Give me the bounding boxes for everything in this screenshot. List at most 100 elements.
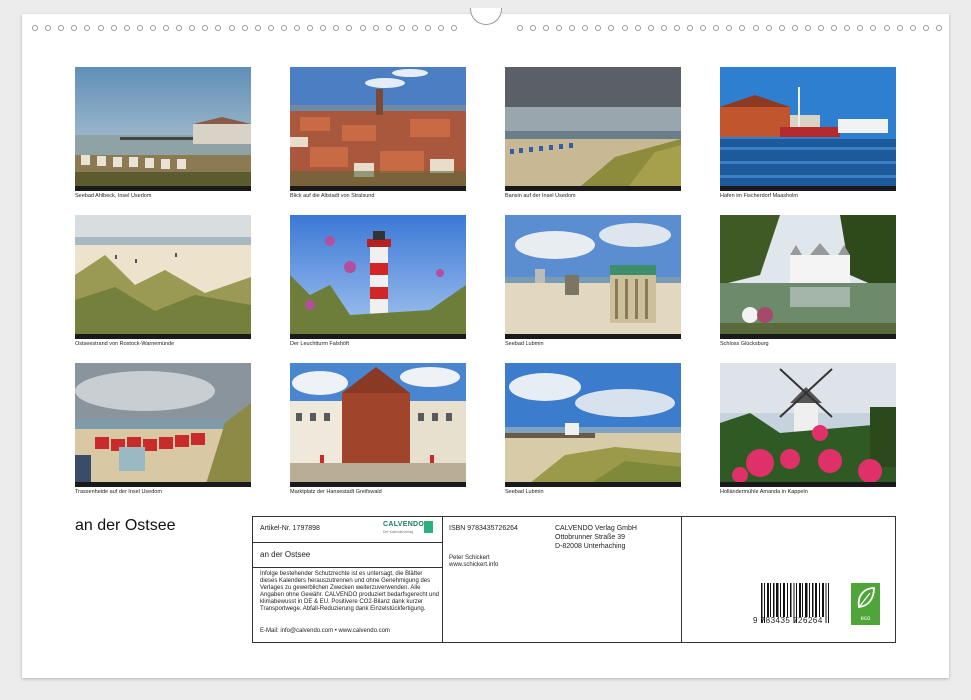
binding-hole: [438, 25, 445, 31]
binding-hole: [922, 25, 929, 31]
author-name: Peter Schickert: [449, 555, 490, 561]
binding-hole: [71, 25, 78, 31]
binding-hole: [608, 25, 615, 31]
binding-hole: [726, 25, 733, 31]
eco-badge: eco: [851, 583, 880, 625]
binding-hole: [372, 25, 379, 31]
binding-hole: [398, 25, 405, 31]
binding-hole: [621, 25, 628, 31]
binding-hole: [700, 25, 707, 31]
binding-hole: [280, 25, 287, 31]
binding-hole: [935, 25, 942, 31]
binding-hole: [149, 25, 156, 31]
binding-hole: [97, 25, 104, 31]
binding-hole: [202, 25, 209, 31]
photo-caption: Seebad Ahlbeck, Insel Usedom: [75, 193, 152, 199]
binding-hole: [267, 25, 274, 31]
photo-caption: Der Leuchtturm Falshöft: [290, 341, 349, 347]
binding-hole: [883, 25, 890, 31]
photo-bansin: [505, 67, 681, 191]
info-panel: Artikel-Nr. 1797898 CALVENDO Der Kalende…: [252, 516, 896, 643]
binding-hole: [542, 25, 549, 31]
binding-hole: [136, 25, 143, 31]
photo-caption: Holländermühle Amanda in Kappeln: [720, 489, 808, 495]
binding-hole: [647, 25, 654, 31]
binding-hole: [569, 25, 576, 31]
binding-hole: [254, 25, 261, 31]
publisher-name: CALVENDO Verlag GmbH: [555, 525, 637, 532]
binding-hole: [870, 25, 877, 31]
binding-hole: [713, 25, 720, 31]
contact-email: E-Mail: info@calvendo.com • www.calvendo…: [260, 628, 390, 634]
binding-hole: [765, 25, 772, 31]
binding-hole: [556, 25, 562, 31]
binding-hole: [739, 25, 746, 31]
publisher-street: Ottobrunner Straße 39: [555, 534, 626, 541]
binding-hole: [32, 25, 38, 31]
binding-hole: [909, 25, 916, 31]
binding-hole: [320, 25, 327, 31]
binding-hole: [752, 25, 759, 31]
photo-lubmin-2: [505, 363, 681, 487]
calendar-page: Seebad Ahlbeck, Insel Usedom Blick auf d…: [22, 8, 949, 678]
binding-hole: [228, 25, 235, 31]
binding-hole: [307, 25, 314, 31]
photo-stralsund: [290, 67, 466, 191]
article-number: Artikel-Nr. 1797898: [260, 525, 320, 532]
binding-hole: [529, 25, 536, 31]
photo-caption: Ostseestrand von Rostock-Warnemünde: [75, 341, 175, 347]
binding-hole: [595, 25, 602, 31]
binding-hole: [582, 25, 589, 31]
binding-hole: [818, 25, 824, 31]
barcode-number: 9 783435 726264: [753, 616, 823, 625]
binding-hole: [84, 25, 91, 31]
binding-hole: [673, 25, 680, 31]
binding-hole: [110, 25, 117, 31]
binding-hole: [804, 25, 811, 31]
author-website: www.schickert.info: [449, 562, 499, 568]
photo-trassenheide: [75, 363, 251, 487]
photo-caption: Schloss Glücksburg: [720, 341, 769, 347]
binding-hole: [346, 25, 353, 31]
photo-falshoeft: [290, 215, 466, 339]
photo-gluecksburg: [720, 215, 896, 339]
binding-hole: [425, 25, 431, 31]
binding-hole: [45, 25, 52, 31]
binding-hole: [451, 25, 458, 31]
binding-hole: [687, 25, 693, 31]
binding-hole: [385, 25, 392, 31]
calvendo-logo: CALVENDO Der Kalenderverlag: [383, 521, 433, 537]
binding-hole: [831, 25, 838, 31]
binding-hole: [857, 25, 864, 31]
binding-hole: [241, 25, 248, 31]
legal-text: Infolge bestehender Schutzrechte ist es …: [260, 571, 439, 612]
binding-hole: [58, 25, 65, 31]
photo-warnemuende: [75, 215, 251, 339]
photo-caption: Trassenheide auf der Insel Usedom: [75, 489, 162, 495]
binding-hole: [896, 25, 903, 31]
photo-lubmin-1: [505, 215, 681, 339]
info-calendar-title: an der Ostsee: [260, 550, 311, 559]
photo-maasholm: [720, 67, 896, 191]
photo-caption: Bansin auf der Insel Usedom: [505, 193, 576, 199]
photo-caption: Hafen im Fischerdorf Maasholm: [720, 193, 798, 199]
binding-hole: [411, 25, 418, 31]
calendar-title: an der Ostsee: [75, 517, 176, 534]
binding-hole: [660, 25, 667, 31]
photo-greifswald: [290, 363, 466, 487]
photo-caption: Seebad Lubmin: [505, 489, 544, 495]
binding-hole: [844, 25, 851, 31]
binding-hole: [516, 25, 523, 31]
photo-kappeln: [720, 363, 896, 487]
binding-hole: [294, 25, 300, 31]
binding-hole: [215, 25, 222, 31]
binding-hole: [359, 25, 366, 31]
photo-caption: Marktplatz der Hansestadt Greifswald: [290, 489, 382, 495]
leaf-icon: [857, 587, 875, 608]
binding-hole: [333, 25, 340, 31]
publisher-city: D-82008 Unterhaching: [555, 543, 626, 550]
binding-hole: [123, 25, 130, 31]
binding-hole: [189, 25, 196, 31]
photo-caption: Seebad Lubmin: [505, 341, 544, 347]
binding-hole: [163, 25, 169, 31]
